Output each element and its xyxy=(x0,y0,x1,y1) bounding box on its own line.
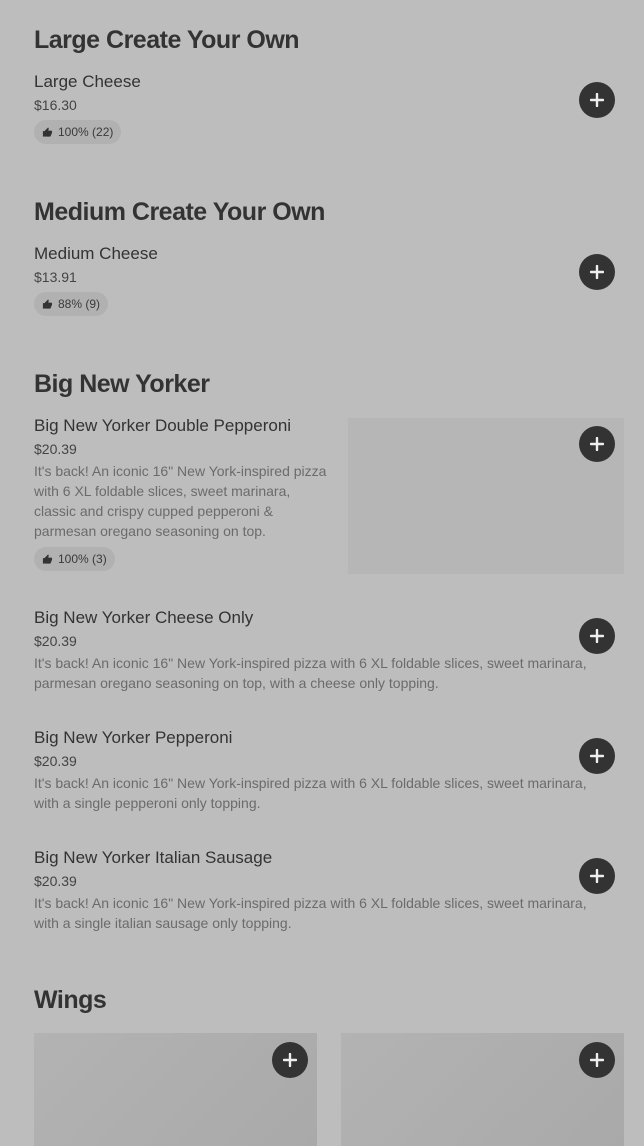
item-price: $16.30 xyxy=(34,97,77,113)
item-price: $20.39 xyxy=(34,633,77,649)
item-price: $13.91 xyxy=(34,269,77,285)
rating-badge: 100% (3) xyxy=(34,547,115,571)
section-title-medium-create-your-own: Medium Create Your Own xyxy=(34,198,325,226)
plus-icon xyxy=(590,437,604,451)
menu-item-large-cheese[interactable]: Large Cheese $16.30 100% (22) xyxy=(34,72,141,144)
thumbs-up-icon xyxy=(42,126,53,137)
menu-item-big-new-yorker-cheese-only[interactable]: Big New Yorker Cheese Only $20.39 It's b… xyxy=(34,608,604,693)
plus-icon xyxy=(590,93,604,107)
item-name: Big New Yorker Double Pepperoni xyxy=(34,416,292,435)
add-button[interactable] xyxy=(272,1042,308,1078)
add-button[interactable] xyxy=(579,1042,615,1078)
item-name: Big New Yorker Pepperoni xyxy=(34,728,233,747)
add-button[interactable] xyxy=(579,618,615,654)
menu-item-big-new-yorker-double-pepperoni[interactable]: Big New Yorker Double Pepperoni $20.39 I… xyxy=(34,416,334,571)
item-price: $20.39 xyxy=(34,873,77,889)
rating-badge: 88% (9) xyxy=(34,292,109,316)
rating-text: 100% (3) xyxy=(58,552,107,566)
item-description: It's back! An iconic 16" New York-inspir… xyxy=(34,463,327,539)
plus-icon xyxy=(590,749,604,763)
item-description: It's back! An iconic 16" New York-inspir… xyxy=(34,655,587,691)
section-title-large-create-your-own: Large Create Your Own xyxy=(34,26,300,54)
plus-icon xyxy=(590,265,604,279)
add-button[interactable] xyxy=(579,254,615,290)
item-description: It's back! An iconic 16" New York-inspir… xyxy=(34,895,587,931)
item-description: It's back! An iconic 16" New York-inspir… xyxy=(34,775,587,811)
plus-icon xyxy=(590,1053,604,1067)
menu-item-big-new-yorker-italian-sausage[interactable]: Big New Yorker Italian Sausage $20.39 It… xyxy=(34,848,604,933)
add-button[interactable] xyxy=(579,858,615,894)
item-name: Big New Yorker Italian Sausage xyxy=(34,848,273,867)
rating-text: 88% (9) xyxy=(58,297,101,311)
thumbs-up-icon xyxy=(42,298,53,309)
item-name: Large Cheese xyxy=(34,72,141,91)
item-price: $20.39 xyxy=(34,441,77,457)
menu-item-big-new-yorker-pepperoni[interactable]: Big New Yorker Pepperoni $20.39 It's bac… xyxy=(34,728,604,813)
item-price: $20.39 xyxy=(34,753,77,769)
rating-badge: 100% (22) xyxy=(34,120,122,144)
item-name: Medium Cheese xyxy=(34,244,158,263)
section-title-big-new-yorker: Big New Yorker xyxy=(34,370,210,398)
add-button[interactable] xyxy=(579,426,615,462)
plus-icon xyxy=(590,629,604,643)
plus-icon xyxy=(283,1053,297,1067)
rating-text: 100% (22) xyxy=(58,125,114,139)
thumbs-up-icon xyxy=(42,553,53,564)
add-button[interactable] xyxy=(579,738,615,774)
add-button[interactable] xyxy=(579,82,615,118)
section-title-wings: Wings xyxy=(34,986,107,1014)
menu-item-medium-cheese[interactable]: Medium Cheese $13.91 88% (9) xyxy=(34,244,158,316)
item-name: Big New Yorker Cheese Only xyxy=(34,608,254,627)
plus-icon xyxy=(590,869,604,883)
